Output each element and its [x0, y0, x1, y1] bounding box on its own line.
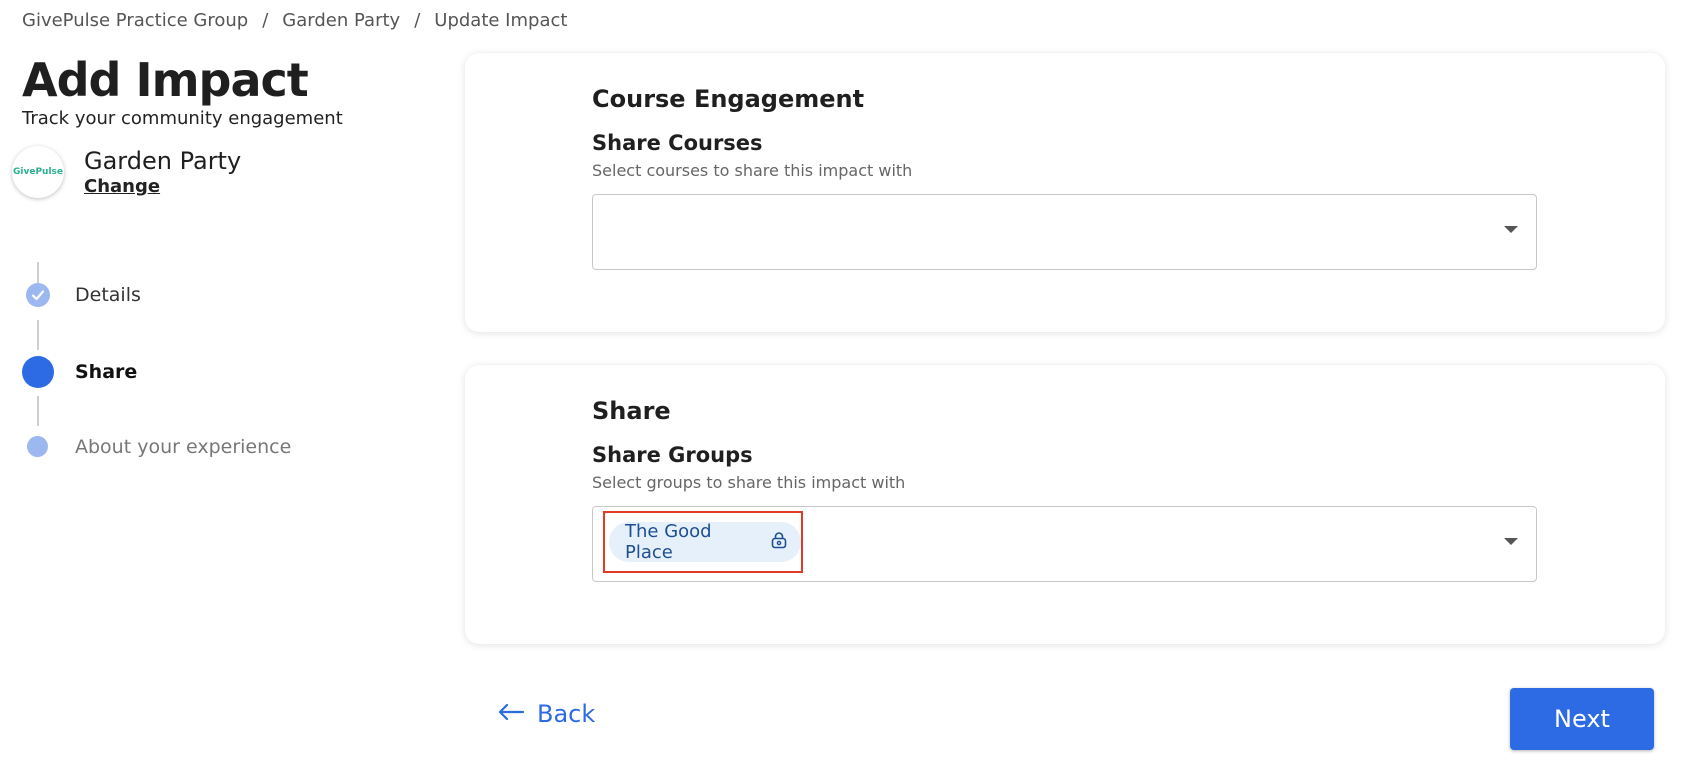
arrow-left-icon	[497, 700, 525, 728]
left-panel: Add Impact Track your community engageme…	[12, 50, 442, 458]
next-button[interactable]: Next	[1510, 688, 1654, 750]
group-chip[interactable]: The Good Place	[609, 521, 801, 563]
page-title: Add Impact	[22, 53, 309, 107]
upcoming-step-icon	[27, 436, 48, 457]
givepulse-logo: GivePulse	[13, 167, 63, 177]
current-step-icon	[22, 356, 54, 388]
chevron-down-icon[interactable]	[1504, 538, 1518, 545]
breadcrumb-item-project[interactable]: Garden Party	[282, 10, 400, 31]
chevron-down-icon[interactable]	[1504, 226, 1518, 233]
step-details[interactable]: Details	[26, 283, 141, 307]
breadcrumb: GivePulse Practice Group / Garden Party …	[22, 10, 567, 31]
project-summary: GivePulse Garden Party Change	[12, 146, 241, 198]
step-label: Details	[75, 284, 141, 306]
step-label: About your experience	[75, 435, 292, 458]
field-help: Select courses to share this impact with	[592, 161, 913, 180]
field-label: Share Groups	[592, 443, 753, 467]
step-share[interactable]: Share	[22, 356, 137, 388]
check-icon	[26, 283, 50, 307]
project-name: Garden Party	[84, 147, 242, 175]
project-avatar: GivePulse	[12, 146, 64, 198]
step-connector	[37, 396, 39, 426]
lock-icon	[769, 530, 789, 555]
back-label: Back	[537, 700, 596, 728]
step-about-experience[interactable]: About your experience	[27, 436, 291, 458]
step-connector	[37, 320, 39, 350]
step-label: Share	[75, 361, 138, 383]
share-groups-select[interactable]: The Good Place	[592, 506, 1537, 582]
chip-label: The Good Place	[625, 521, 712, 563]
breadcrumb-item-group[interactable]: GivePulse Practice Group	[22, 10, 248, 31]
change-project-link[interactable]: Change	[84, 176, 241, 197]
back-button[interactable]: Back	[497, 700, 595, 728]
breadcrumb-separator: /	[414, 10, 421, 31]
field-help: Select groups to share this impact with	[592, 473, 906, 492]
share-card: Share Share Groups Select groups to shar…	[465, 365, 1665, 644]
breadcrumb-item-current: Update Impact	[434, 10, 568, 31]
breadcrumb-separator: /	[262, 10, 269, 31]
card-title: Share	[592, 397, 671, 425]
share-courses-select[interactable]	[592, 194, 1537, 270]
course-engagement-card: Course Engagement Share Courses Select c…	[465, 53, 1665, 332]
field-label: Share Courses	[592, 131, 763, 155]
card-title: Course Engagement	[592, 85, 865, 113]
page-subtitle: Track your community engagement	[22, 108, 343, 129]
selection-highlight: The Good Place	[603, 511, 803, 573]
